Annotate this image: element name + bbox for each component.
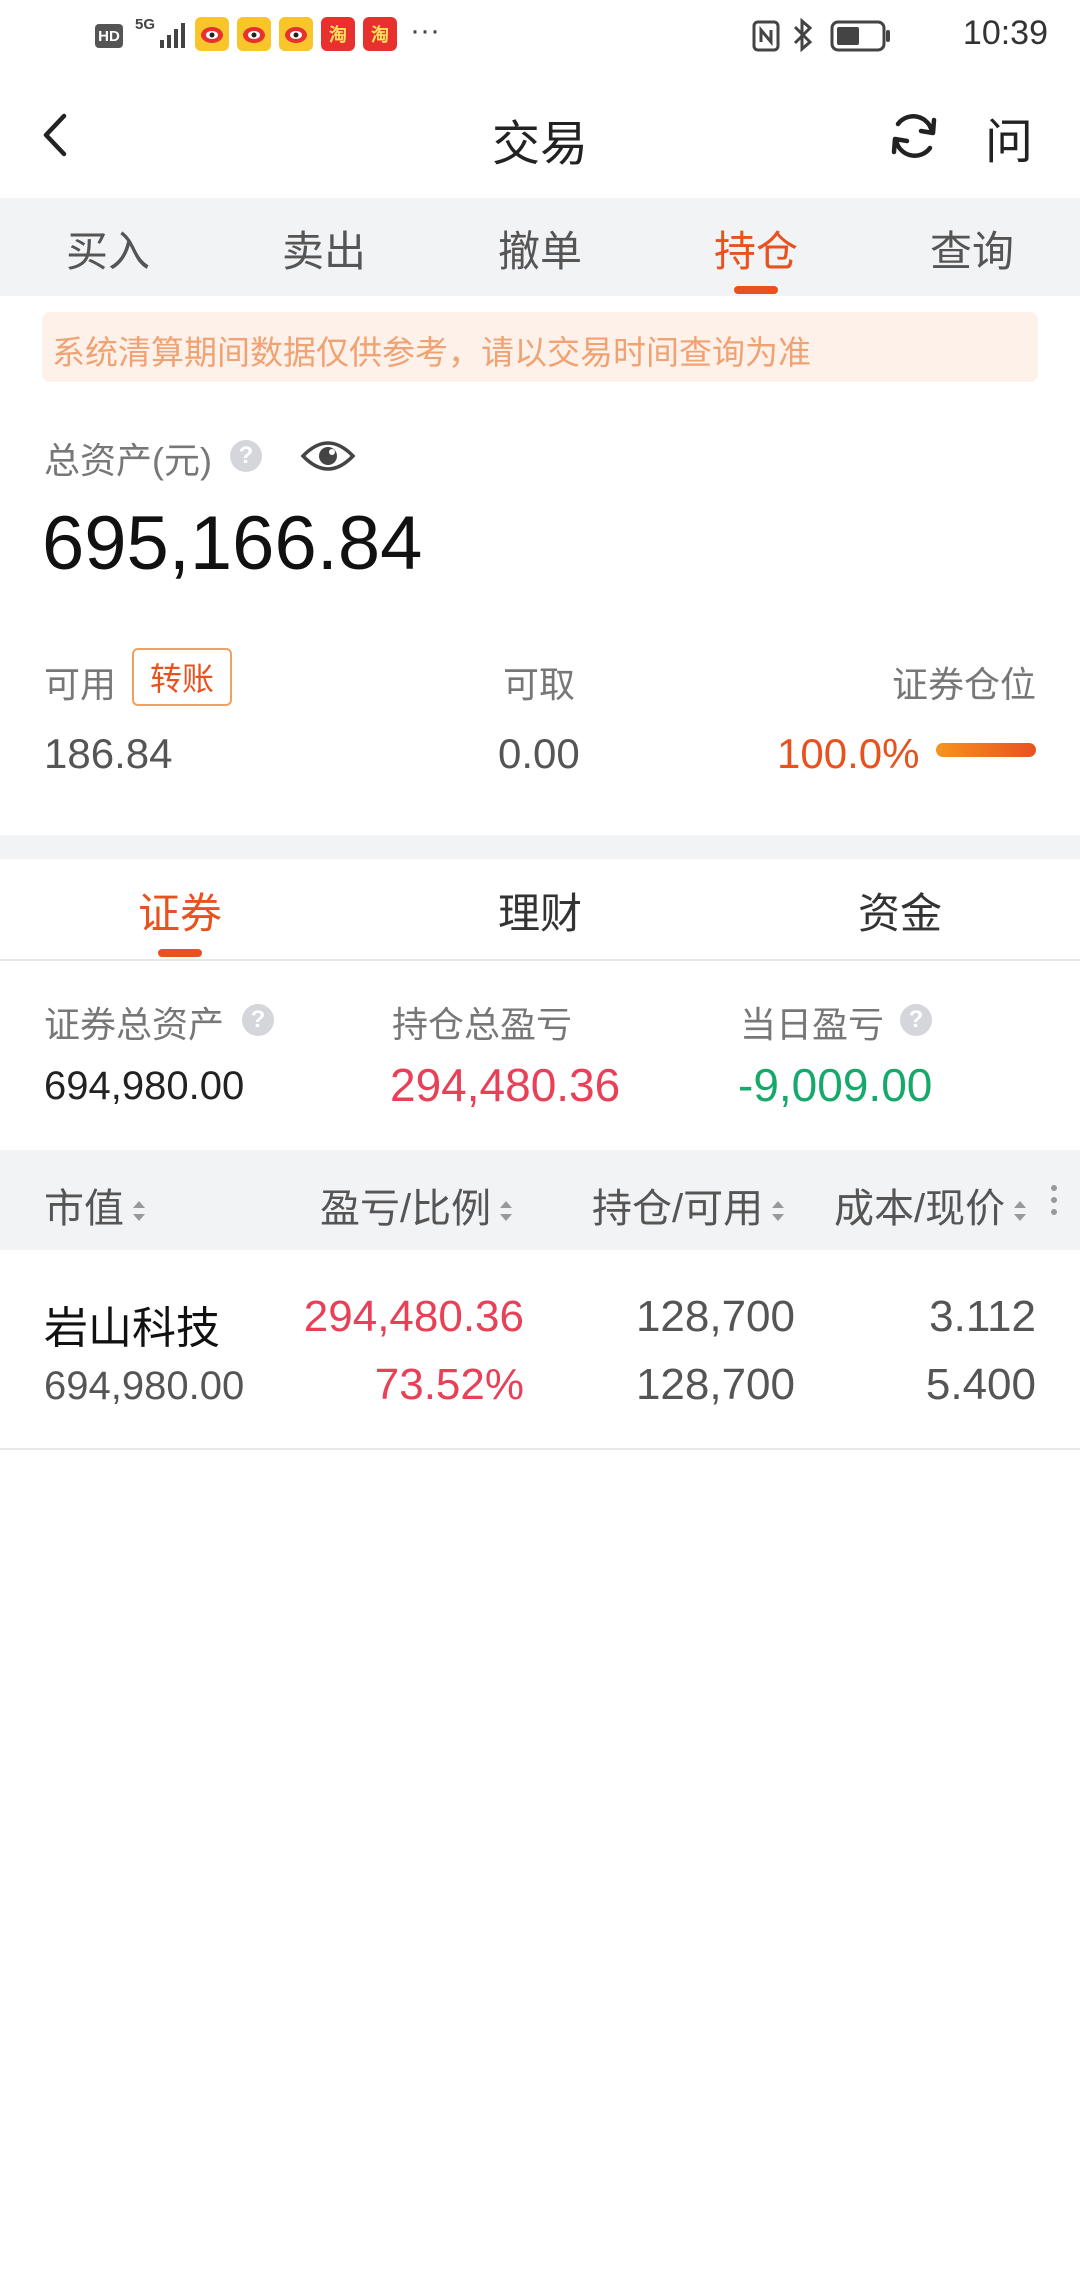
active-tab-indicator bbox=[734, 286, 778, 294]
weibo-icon bbox=[237, 17, 271, 51]
notice-text: 系统清算期间数据仅供参考，请以交易时间查询为准 bbox=[52, 334, 811, 371]
tab-position[interactable]: 持仓 bbox=[676, 218, 836, 279]
navigation-bar: 交易 问 bbox=[0, 72, 1080, 198]
weibo-icon bbox=[279, 17, 313, 51]
weibo-icon bbox=[195, 17, 229, 51]
trade-tabs: 买入 卖出 撤单 持仓 查询 bbox=[0, 198, 1080, 296]
nfc-icon bbox=[752, 20, 780, 52]
position-ratio-value: 100.0% bbox=[777, 730, 920, 777]
position-quantity: 128,700 bbox=[635, 1292, 795, 1341]
holding-pnl-label: 持仓总盈亏 bbox=[392, 1004, 573, 1045]
eye-icon[interactable] bbox=[300, 436, 356, 476]
tab-buy[interactable]: 买入 bbox=[28, 218, 188, 279]
pnl-value: 294,480.36 bbox=[303, 1292, 524, 1341]
signal-icon bbox=[160, 23, 185, 48]
5g-label: 5G bbox=[135, 16, 156, 33]
total-assets-label: 总资产(元) bbox=[44, 440, 212, 481]
available-label: 可用 bbox=[44, 664, 117, 705]
help-icon[interactable]: ? bbox=[230, 440, 262, 472]
sort-icon bbox=[772, 1201, 785, 1222]
battery-icon bbox=[830, 20, 890, 52]
withdrawable-label: 可取 bbox=[503, 664, 576, 705]
header-cost-price[interactable]: 成本/现价 bbox=[834, 1176, 1029, 1234]
section-divider bbox=[0, 835, 1080, 859]
securities-total-value: 694,980.00 bbox=[44, 1064, 245, 1108]
available-quantity: 128,700 bbox=[635, 1360, 795, 1409]
available-value: 186.84 bbox=[44, 730, 173, 777]
more-notifications-icon: ··· bbox=[410, 14, 440, 47]
clock: 10:39 bbox=[962, 14, 1048, 52]
taobao-icon: 淘 bbox=[363, 17, 397, 51]
status-bar: HD 5G 淘 淘 ··· 10:39 bbox=[0, 0, 1080, 72]
subtab-wealth[interactable]: 理财 bbox=[420, 880, 660, 941]
header-position-available[interactable]: 持仓/可用 bbox=[592, 1176, 787, 1234]
help-icon[interactable]: ? bbox=[242, 1004, 274, 1036]
subtab-securities[interactable]: 证券 bbox=[60, 880, 300, 941]
stock-name: 岩山科技 bbox=[44, 1304, 220, 1353]
transfer-button[interactable]: 转账 bbox=[132, 648, 232, 706]
hd-network-icon: HD bbox=[95, 24, 123, 48]
table-header: 市值 盈亏/比例 持仓/可用 成本/现价 bbox=[0, 1150, 1080, 1250]
current-price: 5.400 bbox=[925, 1360, 1036, 1409]
securities-total-label: 证券总资产 bbox=[44, 1004, 225, 1045]
table-row[interactable]: 岩山科技 694,980.00 294,480.36 73.52% 128,70… bbox=[0, 1252, 1080, 1448]
refresh-icon[interactable] bbox=[888, 110, 940, 162]
tab-cancel[interactable]: 撤单 bbox=[460, 218, 620, 279]
total-assets-value: 695,166.84 bbox=[42, 501, 423, 586]
bluetooth-icon bbox=[793, 18, 813, 52]
header-market-value[interactable]: 市值 bbox=[44, 1176, 148, 1234]
sort-icon bbox=[500, 1201, 513, 1222]
sort-icon bbox=[133, 1201, 145, 1222]
help-icon[interactable]: ? bbox=[900, 1004, 932, 1036]
notice-banner: 系统清算期间数据仅供参考，请以交易时间查询为准 bbox=[42, 312, 1038, 382]
sort-icon bbox=[1014, 1201, 1027, 1222]
tab-sell[interactable]: 卖出 bbox=[244, 218, 404, 279]
row-divider bbox=[0, 1448, 1080, 1450]
cost-price: 3.112 bbox=[929, 1292, 1036, 1341]
ask-button[interactable]: 问 bbox=[985, 102, 1033, 172]
taobao-icon: 淘 bbox=[321, 17, 355, 51]
tab-query[interactable]: 查询 bbox=[892, 218, 1052, 279]
position-ratio-label: 证券仓位 bbox=[891, 664, 1036, 705]
market-value: 694,980.00 bbox=[44, 1364, 245, 1408]
divider bbox=[0, 959, 1080, 961]
active-subtab-indicator bbox=[158, 949, 202, 957]
position-ratio-bar bbox=[936, 743, 1036, 757]
daily-pnl-value: -9,009.00 bbox=[738, 1059, 933, 1111]
daily-pnl-label: 当日盈亏 bbox=[740, 1004, 885, 1045]
subtab-funds[interactable]: 资金 bbox=[780, 880, 1020, 941]
holding-pnl-value: 294,480.36 bbox=[390, 1059, 621, 1111]
pnl-ratio: 73.52% bbox=[374, 1360, 524, 1409]
withdrawable-value: 0.00 bbox=[498, 730, 580, 777]
more-vertical-icon[interactable] bbox=[1050, 1180, 1058, 1220]
header-pnl-ratio[interactable]: 盈亏/比例 bbox=[320, 1176, 515, 1234]
